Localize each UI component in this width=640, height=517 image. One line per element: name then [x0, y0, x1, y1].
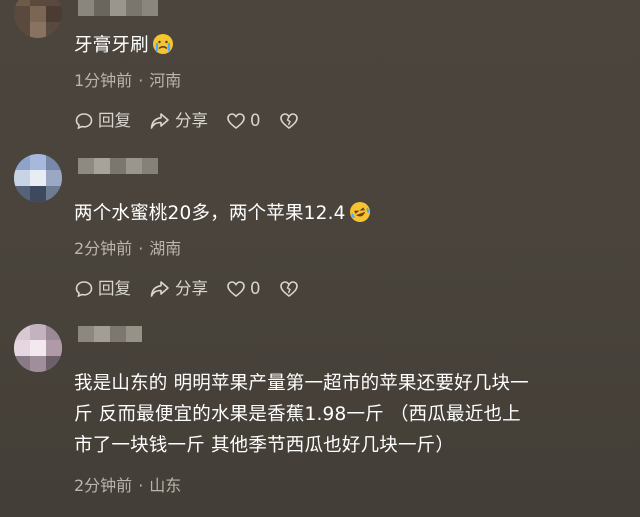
broken-heart-icon [279, 281, 298, 298]
reply-label: 回复 [98, 111, 131, 130]
comment-actions: 回复 分享 0 [74, 278, 321, 300]
avatar[interactable] [14, 154, 62, 202]
like-count: 0 [250, 279, 261, 298]
comment-meta: 2分钟前 · 山东 [74, 476, 181, 496]
comment-actions: 回复 分享 0 [74, 110, 321, 132]
comment-text: 两个水蜜桃20多，两个苹果12.4 [74, 200, 626, 228]
share-label: 分享 [175, 111, 208, 130]
username-blurred[interactable] [78, 326, 154, 342]
laughing-crying-face-icon [349, 202, 370, 222]
comment-meta: 1分钟前 · 河南 [74, 71, 181, 91]
comment-text-line: 斤 反而最便宜的水果是香蕉1.98一斤 （西瓜最近也上 [74, 404, 521, 425]
heart-icon [227, 113, 245, 130]
reply-button[interactable]: 回复 [74, 278, 131, 300]
dislike-button[interactable] [279, 111, 303, 131]
username-blurred[interactable] [78, 0, 164, 16]
comment-text: 我是山东的 明明苹果产量第一超市的苹果还要好几块一 斤 反而最便宜的水果是香蕉1… [74, 370, 626, 460]
avatar[interactable] [14, 0, 62, 38]
comment-location: 湖南 [149, 239, 182, 258]
comment-time: 2分钟前 [74, 476, 133, 495]
comment-time: 1分钟前 [74, 71, 133, 90]
comment-text-line: 市了一块钱一斤 其他季节西瓜也好几块一斤） [74, 435, 455, 456]
crying-face-icon [152, 34, 173, 54]
like-count: 0 [250, 111, 261, 130]
dislike-button[interactable] [279, 279, 303, 299]
comment-time: 2分钟前 [74, 239, 133, 258]
reply-icon [75, 281, 93, 298]
comment-text: 牙膏牙刷 [74, 32, 626, 60]
reply-button[interactable]: 回复 [74, 110, 131, 132]
comment-text-line: 我是山东的 明明苹果产量第一超市的苹果还要好几块一 [74, 373, 529, 394]
broken-heart-icon [279, 113, 298, 130]
share-icon [150, 113, 169, 129]
reply-icon [75, 113, 93, 130]
share-icon [150, 281, 169, 297]
like-button[interactable]: 0 [226, 110, 261, 132]
username-blurred[interactable] [78, 158, 168, 174]
share-label: 分享 [175, 279, 208, 298]
share-button[interactable]: 分享 [149, 110, 208, 132]
share-button[interactable]: 分享 [149, 278, 208, 300]
meta-separator: · [138, 476, 144, 495]
comment-location: 山东 [149, 476, 182, 495]
meta-separator: · [138, 239, 144, 258]
meta-separator: · [138, 71, 144, 90]
comment-meta: 2分钟前 · 湖南 [74, 239, 181, 259]
avatar[interactable] [14, 324, 62, 372]
heart-icon [227, 281, 245, 298]
like-button[interactable]: 0 [226, 278, 261, 300]
reply-label: 回复 [98, 279, 131, 298]
comment-location: 河南 [149, 71, 182, 90]
